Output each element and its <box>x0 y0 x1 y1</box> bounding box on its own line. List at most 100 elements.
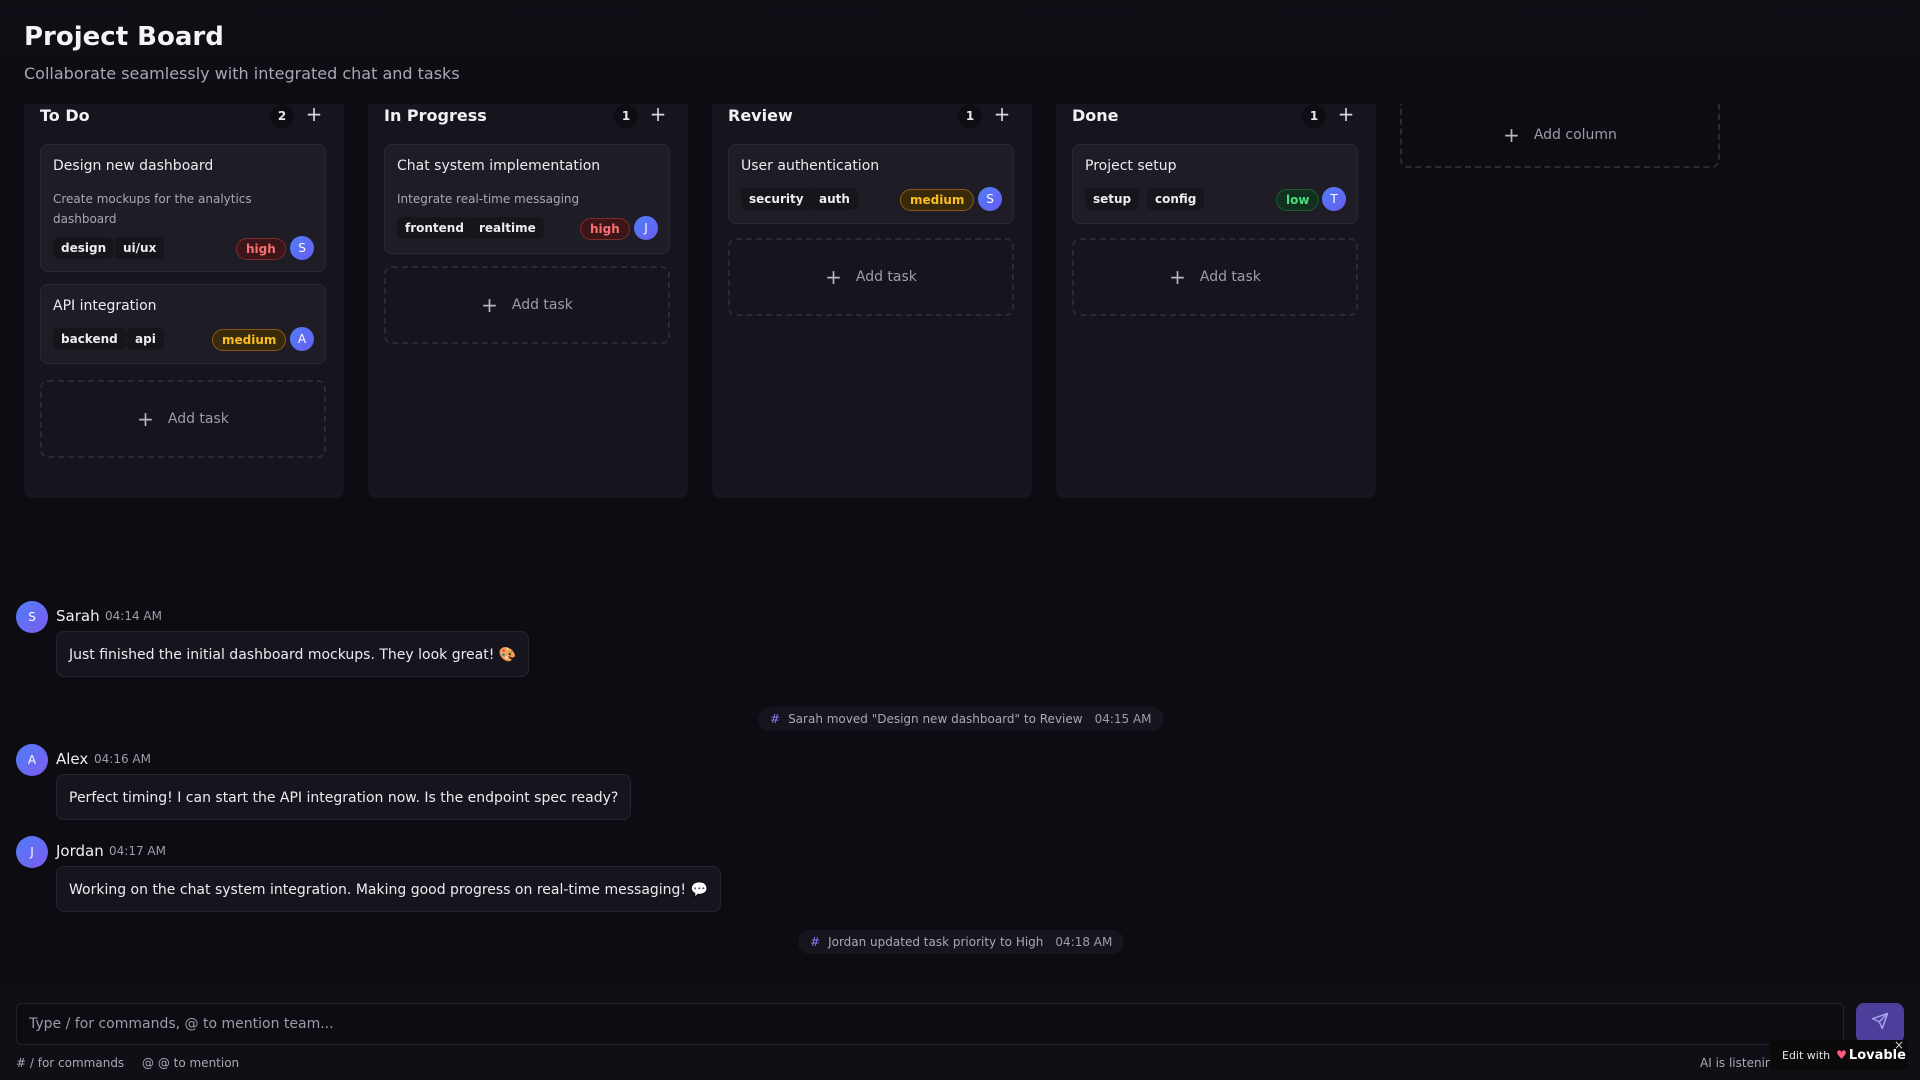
task-tag[interactable]: api <box>127 328 164 350</box>
add-task-label: Add task <box>1199 269 1261 285</box>
message-bubble: Perfect timing! I can start the API inte… <box>56 774 632 820</box>
column-review: Review 1 + User authentication security … <box>712 102 1032 498</box>
add-task-button[interactable]: + Add task <box>728 238 1014 316</box>
send-button[interactable] <box>1856 1003 1904 1043</box>
page-header: Project Board Collaborate seamlessly wit… <box>0 0 1920 104</box>
hash-icon: # <box>810 935 821 949</box>
send-icon <box>1871 1012 1889 1034</box>
task-tag[interactable]: ui/ux <box>115 237 165 259</box>
column-header: Done 1 + <box>1072 102 1360 128</box>
hash-icon: # <box>770 712 781 726</box>
message-bubble: Working on the chat system integration. … <box>56 866 721 912</box>
task-title: API integration <box>53 298 157 314</box>
add-task-label: Add task <box>167 411 229 427</box>
user-avatar[interactable]: S <box>16 601 48 633</box>
message-time: 04:17 AM <box>109 844 166 858</box>
column-header: Review 1 + <box>728 102 1016 128</box>
assignee-avatar[interactable]: T <box>1322 187 1346 211</box>
priority-badge-low: low <box>1276 189 1320 211</box>
task-title: User authentication <box>741 158 880 174</box>
task-title: Design new dashboard <box>53 158 214 174</box>
task-tag[interactable]: security <box>741 188 812 210</box>
column-title: To Do <box>40 106 90 125</box>
task-card[interactable]: Project setup setup config low T <box>1072 144 1358 224</box>
close-icon[interactable]: × <box>1894 1038 1904 1052</box>
column-done: Done 1 + Project setup setup config low … <box>1056 102 1376 498</box>
message-time: 04:16 AM <box>94 752 151 766</box>
column-add-task-icon[interactable]: + <box>646 102 670 126</box>
message-time: 04:14 AM <box>105 609 162 623</box>
assignee-avatar[interactable]: J <box>634 216 658 240</box>
commands-hint: # / for commands <box>16 1056 125 1070</box>
task-tag[interactable]: design <box>53 237 115 259</box>
system-event-time: 04:18 AM <box>1055 935 1113 949</box>
task-tag[interactable]: backend <box>53 328 126 350</box>
priority-badge-medium: medium <box>900 189 975 211</box>
column-title: Done <box>1072 106 1119 125</box>
task-card[interactable]: User authentication security auth medium… <box>728 144 1014 224</box>
column-add-task-icon[interactable]: + <box>302 102 326 126</box>
column-header: In Progress 1 + <box>384 102 672 128</box>
task-description: Create mockups for the analytics dashboa… <box>53 192 252 226</box>
column-todo: To Do 2 + Design new dashboard Create mo… <box>24 102 344 498</box>
column-in-progress: In Progress 1 + Chat system implementati… <box>368 102 688 498</box>
assignee-avatar[interactable]: A <box>290 327 314 351</box>
task-card[interactable]: Chat system implementation Integrate rea… <box>384 144 670 254</box>
priority-badge-high: high <box>236 238 286 260</box>
column-header: To Do 2 + <box>40 102 328 128</box>
add-column-label: Add column <box>1533 127 1617 143</box>
message-author: Alex <box>56 750 89 768</box>
task-tag[interactable]: config <box>1147 188 1205 210</box>
plus-icon: + <box>1503 123 1520 147</box>
page-subtitle: Collaborate seamlessly with integrated c… <box>24 64 460 83</box>
task-tag[interactable]: frontend <box>397 217 472 239</box>
page-title: Project Board <box>24 22 224 52</box>
column-title: Review <box>728 106 793 125</box>
user-avatar[interactable]: J <box>16 836 48 868</box>
add-column-button[interactable]: + Add column <box>1400 104 1720 168</box>
priority-badge-high: high <box>580 218 630 240</box>
plus-icon: + <box>481 293 498 317</box>
message-author: Jordan <box>56 842 104 860</box>
message-author: Sarah <box>56 607 100 625</box>
system-event: # Sarah moved "Design new dashboard" to R… <box>758 707 1164 731</box>
task-tag[interactable]: auth <box>811 188 858 210</box>
column-count-badge: 1 <box>614 104 638 128</box>
column-count-badge: 1 <box>958 104 982 128</box>
add-task-label: Add task <box>855 269 917 285</box>
assignee-avatar[interactable]: S <box>978 187 1002 211</box>
user-avatar[interactable]: A <box>16 744 48 776</box>
task-title: Chat system implementation <box>397 158 601 174</box>
add-task-button[interactable]: + Add task <box>384 266 670 344</box>
plus-icon: + <box>1169 265 1186 289</box>
system-event-text: Jordan updated task priority to High <box>828 935 1044 949</box>
column-add-task-icon[interactable]: + <box>990 102 1014 126</box>
task-tag[interactable]: realtime <box>471 217 544 239</box>
column-title: In Progress <box>384 106 487 125</box>
mention-hint: @ @ to mention <box>142 1056 240 1070</box>
task-card[interactable]: Design new dashboard Create mockups for … <box>40 144 326 272</box>
column-count-badge: 2 <box>270 104 294 128</box>
task-tag[interactable]: setup <box>1085 188 1140 210</box>
assignee-avatar[interactable]: S <box>290 236 314 260</box>
system-event-time: 04:15 AM <box>1094 712 1152 726</box>
task-card[interactable]: API integration backend api medium A <box>40 284 326 364</box>
system-event: # Jordan updated task priority to High 04:… <box>798 930 1125 954</box>
ai-status: AI is listenin <box>1700 1056 1773 1070</box>
column-count-badge: 1 <box>1302 104 1326 128</box>
message-bubble: Just finished the initial dashboard mock… <box>56 631 530 677</box>
heart-icon: ♥ <box>1836 1048 1847 1062</box>
edit-with-lovable-badge[interactable]: Edit with ♥ Lovable × <box>1770 1038 1908 1070</box>
task-description: Integrate real-time messaging <box>397 192 580 206</box>
add-task-button[interactable]: + Add task <box>40 380 326 458</box>
system-event-text: Sarah moved "Design new dashboard" to Re… <box>788 712 1083 726</box>
task-title: Project setup <box>1085 158 1177 174</box>
add-task-label: Add task <box>511 297 573 313</box>
chat-composer: # / for commands @ @ to mention AI is li… <box>0 983 1920 1080</box>
priority-badge-medium: medium <box>212 329 287 351</box>
add-task-button[interactable]: + Add task <box>1072 238 1358 316</box>
badge-prefix: Edit with <box>1782 1048 1831 1062</box>
column-add-task-icon[interactable]: + <box>1334 102 1358 126</box>
message-input[interactable] <box>16 1003 1844 1045</box>
plus-icon: + <box>137 407 154 431</box>
